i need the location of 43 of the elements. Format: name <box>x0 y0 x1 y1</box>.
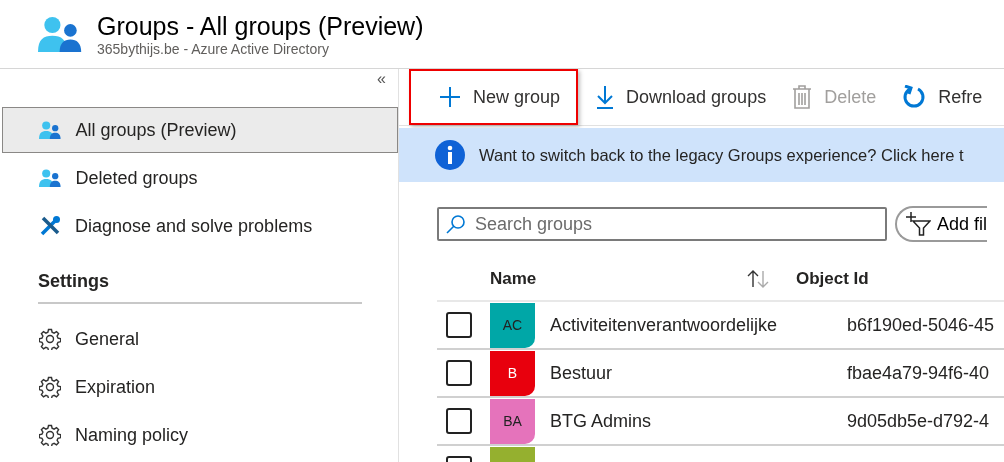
group-name[interactable]: Bestuur <box>550 362 847 384</box>
group-name[interactable]: Activiteitenverantwoordelijke <box>550 314 847 336</box>
sidebar-item[interactable]: All groups (Preview) <box>2 107 398 153</box>
groups-icon <box>39 121 62 139</box>
table-cell: b6f190ed-5046-45 <box>847 314 995 336</box>
sidebar-item[interactable]: Diagnose and solve problems <box>2 203 398 249</box>
group-avatar: BA <box>490 398 535 444</box>
column-header[interactable]: Object Id <box>796 269 869 289</box>
table-cell: 9d05db5e-d792-4 <box>847 410 990 432</box>
search-icon <box>446 214 466 234</box>
sidebar-item[interactable]: Expiration <box>2 364 398 410</box>
group-name[interactable]: BTG Admins <box>550 410 847 432</box>
plus-icon <box>439 86 461 108</box>
table-cell: fbae4a79-94f6-40 <box>847 362 990 384</box>
row-checkbox[interactable] <box>446 312 472 338</box>
filter-icon <box>905 212 931 236</box>
group-avatar: AC <box>490 302 535 348</box>
groups-icon <box>39 169 62 187</box>
tools-icon <box>39 215 61 237</box>
row-checkbox[interactable] <box>446 360 472 386</box>
gear-icon <box>39 376 61 398</box>
column-header[interactable]: Name <box>490 269 537 289</box>
search-field[interactable]: Search groups <box>437 207 887 241</box>
page-subtitle: 365bythijs.be - Azure Active Directory <box>97 41 330 57</box>
section-heading: Settings <box>38 271 362 304</box>
banner-text: Want to switch back to the legacy Groups experience? Click here t <box>479 145 964 165</box>
collapse-button[interactable]: « <box>377 71 386 107</box>
toolbar-button[interactable]: New group <box>409 69 579 125</box>
refresh-icon <box>902 85 927 109</box>
download-icon <box>596 85 615 109</box>
group-avatar: B <box>490 350 535 396</box>
row-checkbox[interactable] <box>446 408 472 434</box>
info-icon <box>435 140 465 170</box>
sort-icon[interactable] <box>746 269 770 289</box>
page-title: Groups - All groups (Preview) <box>97 11 424 41</box>
groups-icon <box>38 16 83 52</box>
sidebar-item[interactable]: Deleted groups <box>2 155 398 201</box>
add-filter-button[interactable]: Add fil <box>895 206 988 242</box>
gear-icon <box>39 424 61 446</box>
trash-icon <box>792 85 813 109</box>
gear-icon <box>39 328 61 350</box>
sidebar-item[interactable]: General <box>2 316 398 362</box>
sidebar-item[interactable]: Naming policy <box>2 412 398 458</box>
